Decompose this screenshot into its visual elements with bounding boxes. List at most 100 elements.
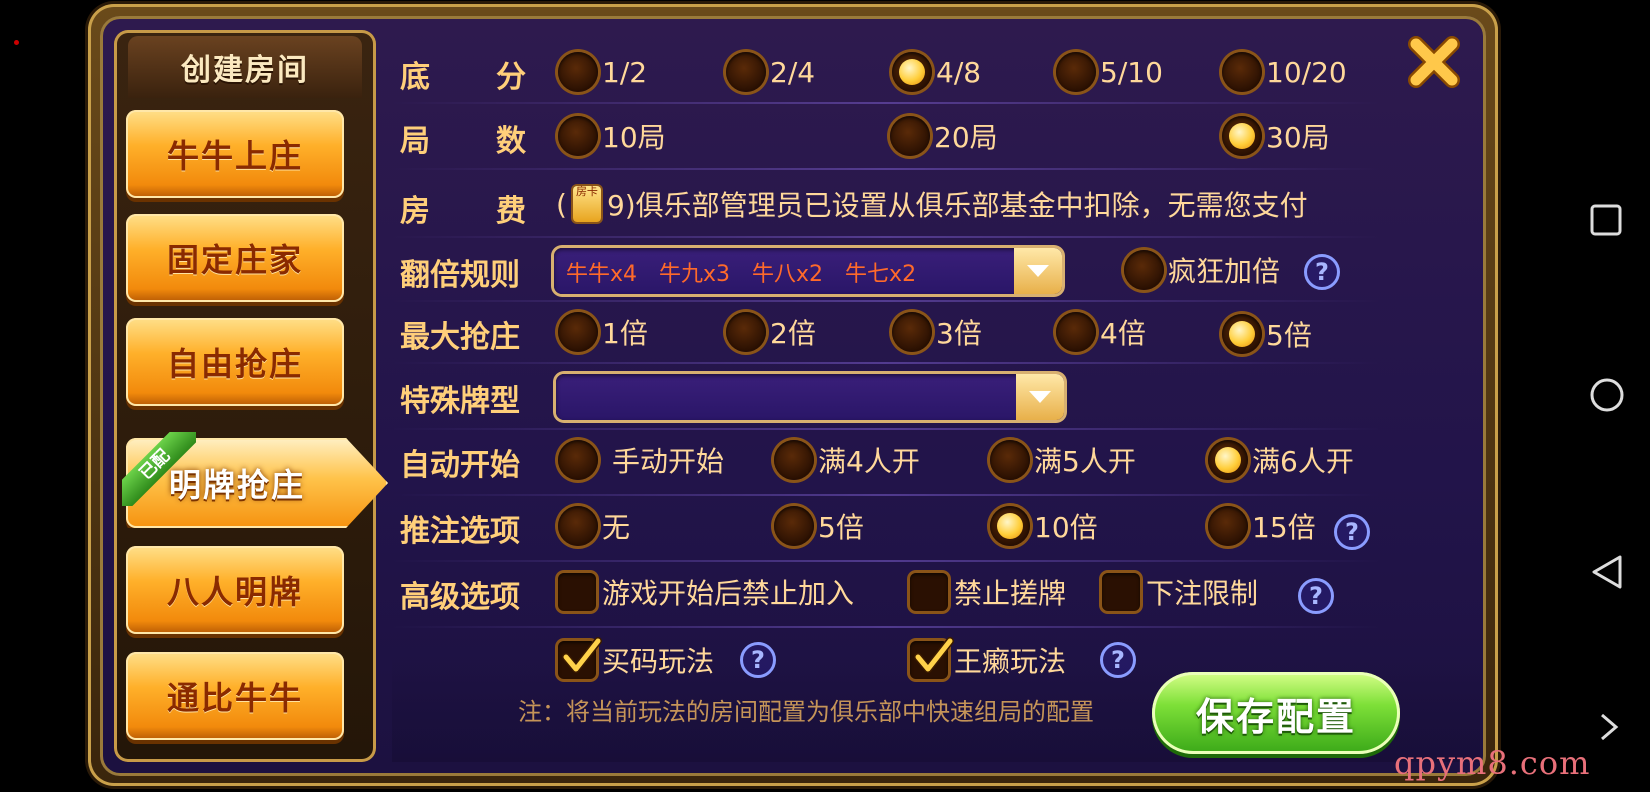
radio-icon: [558, 52, 598, 92]
checkbox-no-squeeze[interactable]: 禁止搓牌: [910, 572, 1066, 612]
row-divider: [392, 428, 1380, 430]
sidebar-item-tongbi[interactable]: 通比牛牛: [126, 652, 344, 740]
close-button[interactable]: [1408, 36, 1460, 88]
double-rule-value: 牛牛x4 牛九x3 牛八x2 牛七x2: [566, 262, 917, 287]
sidebar-item-fixed-banker[interactable]: 固定庄家: [126, 214, 344, 302]
label-rounds: 局 数: [400, 124, 528, 159]
help-icon[interactable]: ?: [1298, 578, 1334, 614]
room-card-icon: 房卡: [572, 186, 601, 222]
save-config-button[interactable]: 保存配置: [1152, 672, 1400, 754]
radio-icon: [990, 440, 1030, 480]
radio-base-score-4[interactable]: 5/10: [1056, 52, 1163, 92]
radio-selected-icon: [990, 506, 1030, 546]
checkbox-buy-code[interactable]: 买码玩法: [558, 637, 714, 680]
radio-base-score-5[interactable]: 10/20: [1222, 52, 1347, 92]
label-room-fee: 房 费: [400, 194, 528, 229]
radio-auto-start-manual[interactable]: 手动开始: [558, 440, 724, 480]
row-divider: [392, 236, 1380, 238]
radio-max-banker-5[interactable]: 5倍: [1222, 314, 1312, 354]
help-icon[interactable]: ?: [1334, 514, 1370, 550]
radio-icon: [558, 506, 598, 546]
label-advanced: 高级选项: [400, 580, 520, 615]
footer-note: 注：将当前玩法的房间配置为俱乐部中快速组局的配置: [518, 698, 1094, 726]
row-divider: [392, 300, 1380, 302]
radio-rounds-20[interactable]: 20局: [890, 116, 998, 156]
radio-icon: [558, 440, 598, 480]
radio-icon: [774, 506, 814, 546]
radio-max-banker-2[interactable]: 2倍: [726, 312, 816, 352]
radio-icon: [726, 312, 766, 352]
chevron-down-icon: [1016, 374, 1064, 420]
row-divider: [392, 494, 1380, 496]
radio-selected-icon: [1208, 440, 1248, 480]
checkbox-no-join-after-start[interactable]: 游戏开始后禁止加入: [558, 572, 854, 612]
row-divider: [392, 102, 1380, 104]
help-icon[interactable]: ?: [1304, 254, 1340, 290]
radio-push-bet-none[interactable]: 无: [558, 506, 630, 546]
radio-icon: [558, 116, 598, 156]
radio-icon: [890, 116, 930, 156]
radio-selected-icon: [1222, 116, 1262, 156]
watermark: qpym8.com: [1394, 744, 1591, 782]
radio-icon: [1208, 506, 1248, 546]
radio-selected-icon: [1222, 314, 1262, 354]
label-special-cards: 特殊牌型: [400, 384, 520, 419]
label-auto-start: 自动开始: [400, 448, 520, 483]
label-base-score: 底 分: [400, 60, 528, 95]
radio-max-banker-3[interactable]: 3倍: [892, 312, 982, 352]
sidebar-item-mingpai-grab[interactable]: 明牌抢庄: [126, 438, 388, 528]
radio-base-score-3[interactable]: 4/8: [892, 52, 981, 92]
chevron-right-icon[interactable]: [1598, 712, 1620, 746]
label-max-banker: 最大抢庄: [400, 320, 520, 355]
row-divider: [392, 168, 1380, 170]
chevron-down-icon: [1014, 248, 1062, 294]
radio-rounds-30[interactable]: 30局: [1222, 116, 1330, 156]
row-divider: [392, 560, 1380, 562]
sidebar-item-free-grab[interactable]: 自由抢庄: [126, 318, 344, 406]
radio-icon: [558, 312, 598, 352]
checkbox-wild-king[interactable]: 王癞玩法: [910, 637, 1066, 680]
room-fee-text: (房卡 9)俱乐部管理员已设置从俱乐部基金中扣除，无需您支付: [556, 185, 1308, 222]
radio-auto-start-4[interactable]: 满4人开: [774, 440, 920, 480]
radio-icon: [774, 440, 814, 480]
sidebar-title: 创建房间: [128, 36, 362, 98]
radio-icon: [1056, 312, 1096, 352]
sidebar-item-niuniu-shangzhuang[interactable]: 牛牛上庄: [126, 110, 344, 198]
double-rule-dropdown[interactable]: 牛牛x4 牛九x3 牛八x2 牛七x2: [554, 248, 1062, 294]
checkbox-icon: [1102, 573, 1140, 611]
radio-icon: [1056, 52, 1096, 92]
red-dot: [14, 40, 19, 45]
radio-rounds-10[interactable]: 10局: [558, 116, 666, 156]
radio-icon: [1222, 52, 1262, 92]
sidebar-item-eight-player[interactable]: 八人明牌: [126, 546, 344, 634]
recents-icon[interactable]: [1590, 204, 1622, 240]
radio-selected-icon: [892, 52, 932, 92]
row-divider: [392, 626, 1380, 628]
radio-icon: [726, 52, 766, 92]
home-icon[interactable]: [1590, 378, 1624, 416]
radio-push-bet-5[interactable]: 5倍: [774, 506, 864, 546]
row-divider: [392, 362, 1380, 364]
label-double-rule: 翻倍规则: [400, 258, 520, 293]
radio-crazy-double[interactable]: 疯狂加倍: [1124, 250, 1280, 290]
radio-auto-start-5[interactable]: 满5人开: [990, 440, 1136, 480]
checkbox-icon: [558, 573, 596, 611]
radio-max-banker-4[interactable]: 4倍: [1056, 312, 1146, 352]
label-push-bet: 推注选项: [400, 514, 520, 549]
special-cards-dropdown[interactable]: [556, 374, 1064, 420]
radio-icon: [892, 312, 932, 352]
checkbox-checked-icon: [910, 637, 954, 679]
radio-push-bet-15[interactable]: 15倍: [1208, 506, 1316, 546]
radio-auto-start-6[interactable]: 满6人开: [1208, 440, 1354, 480]
checkbox-bet-limit[interactable]: 下注限制: [1102, 572, 1258, 612]
help-icon[interactable]: ?: [740, 642, 776, 678]
back-icon[interactable]: [1590, 554, 1624, 594]
radio-base-score-2[interactable]: 2/4: [726, 52, 815, 92]
close-icon: [1408, 36, 1460, 88]
radio-icon: [1124, 250, 1164, 290]
radio-push-bet-10[interactable]: 10倍: [990, 506, 1098, 546]
help-icon[interactable]: ?: [1100, 642, 1136, 678]
radio-base-score-1[interactable]: 1/2: [558, 52, 647, 92]
radio-max-banker-1[interactable]: 1倍: [558, 312, 648, 352]
checkbox-icon: [910, 573, 948, 611]
